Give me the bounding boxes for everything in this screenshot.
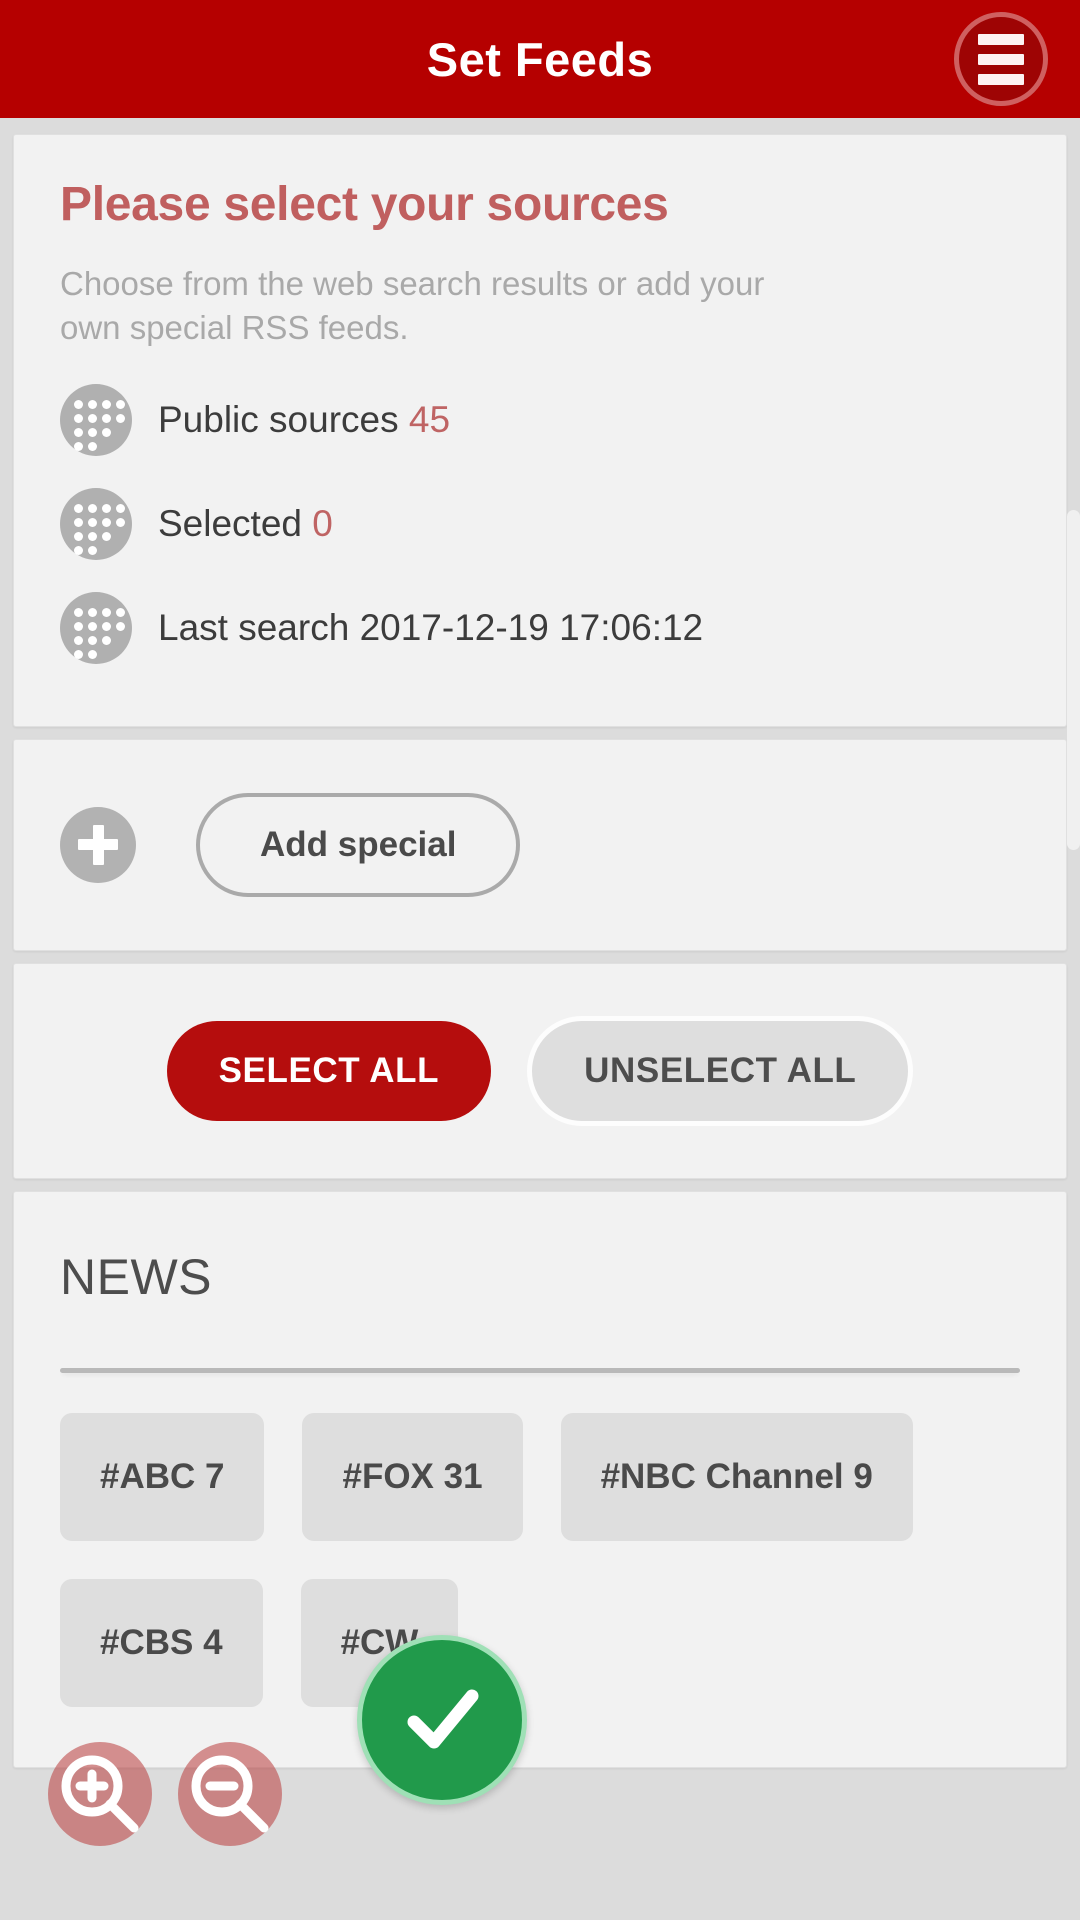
- dot-grid-icon: [60, 383, 132, 456]
- menu-bar-line: [978, 33, 1024, 45]
- info-row-text: Last search 2017-12-19 17:06:12: [158, 607, 703, 649]
- news-chip[interactable]: #CBS 4: [60, 1578, 263, 1707]
- info-row-public-sources: Public sources 45: [60, 376, 1020, 464]
- info-row-label: Last search: [158, 606, 350, 648]
- checkmark-icon: [407, 1689, 479, 1749]
- info-row-value: 2017-12-19 17:06:12: [359, 606, 704, 648]
- app-screen: Set Feeds Please select your sources Cho…: [0, 0, 1080, 1920]
- info-row-selected: Selected 0: [60, 480, 1020, 568]
- news-section-title: NEWS: [60, 1248, 212, 1305]
- info-row-label: Selected: [158, 502, 302, 544]
- page-title: Set Feeds: [426, 32, 654, 86]
- unselect-all-button[interactable]: UNSELECT ALL: [527, 1015, 914, 1126]
- select-all-button[interactable]: SELECT ALL: [166, 1020, 492, 1121]
- menu-bar-line: [978, 53, 1024, 65]
- news-chip-list: #ABC 7 #FOX 31 #NBC Channel 9 #CBS 4 #CW: [60, 1412, 1020, 1707]
- news-chip[interactable]: #FOX 31: [302, 1412, 523, 1541]
- plus-icon[interactable]: [60, 806, 136, 883]
- selection-actions-card: SELECT ALL UNSELECT ALL: [13, 962, 1067, 1179]
- info-row-value: 0: [312, 502, 333, 544]
- sources-headline: Please select your sources: [60, 178, 669, 231]
- info-row-last-search: Last search 2017-12-19 17:06:12: [60, 584, 1020, 672]
- add-special-card: Add special: [13, 738, 1067, 951]
- menu-bar-line: [978, 73, 1024, 85]
- info-row-label: Public sources: [158, 398, 399, 440]
- info-row-text: Selected 0: [158, 503, 333, 545]
- confirm-checkmark-button[interactable]: [357, 1635, 527, 1805]
- news-category-card: NEWS #ABC 7 #FOX 31 #NBC Channel 9 #CBS …: [13, 1190, 1067, 1768]
- hamburger-menu-icon[interactable]: [954, 12, 1048, 106]
- app-bar: Set Feeds: [0, 0, 1080, 118]
- add-special-button[interactable]: Add special: [196, 792, 521, 897]
- zoom-out-glyph: [191, 1755, 269, 1833]
- news-chip[interactable]: #NBC Channel 9: [560, 1412, 913, 1541]
- sources-subtext: Choose from the web search results or ad…: [60, 265, 765, 346]
- dot-grid-icon: [60, 591, 132, 664]
- news-chip[interactable]: #ABC 7: [60, 1412, 265, 1541]
- sources-info-card: Please select your sources Choose from t…: [13, 134, 1067, 727]
- info-row-text: Public sources 45: [158, 399, 450, 441]
- section-divider: [60, 1367, 1020, 1373]
- zoom-in-magnifier-icon[interactable]: [48, 1742, 152, 1846]
- dot-grid-icon: [60, 487, 132, 560]
- info-row-value: 45: [408, 398, 451, 440]
- zoom-in-glyph: [61, 1755, 139, 1833]
- vertical-scrollbar[interactable]: [1067, 510, 1080, 850]
- zoom-out-magnifier-icon[interactable]: [178, 1742, 282, 1846]
